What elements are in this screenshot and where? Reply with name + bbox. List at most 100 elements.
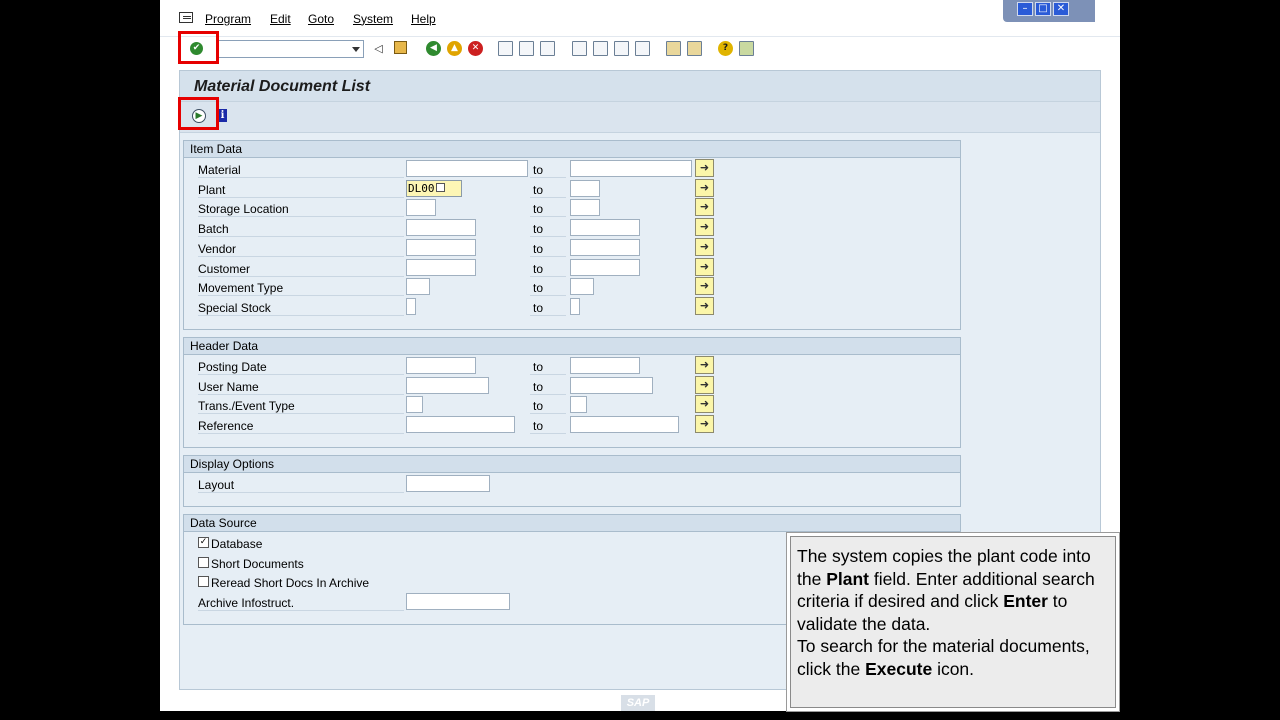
- close-icon[interactable]: ✕: [1053, 2, 1069, 16]
- to-label: to: [533, 261, 544, 276]
- find-icon[interactable]: [519, 41, 534, 56]
- info-icon[interactable]: i: [218, 109, 227, 122]
- vendor-label: Vendor: [198, 241, 237, 256]
- menu-goto[interactable]: Goto: [308, 12, 334, 26]
- to-label: to: [533, 182, 544, 197]
- movement-type-from-input[interactable]: [406, 278, 430, 296]
- screen-title-bar: Material Document List: [180, 71, 1100, 102]
- multiple-selection-icon[interactable]: ➜: [695, 178, 714, 197]
- group-display-options: Display Options Layout: [183, 455, 961, 507]
- multiple-selection-icon[interactable]: ➜: [695, 218, 714, 237]
- multiple-selection-icon[interactable]: ➜: [695, 375, 714, 394]
- to-label: to: [533, 379, 544, 394]
- copy-icon[interactable]: [436, 182, 445, 192]
- special-stock-from-input[interactable]: [406, 297, 416, 315]
- customer-label: Customer: [198, 261, 251, 276]
- to-label: to: [533, 360, 544, 374]
- multiple-selection-icon[interactable]: ➜: [695, 198, 714, 217]
- field-row: Layout: [184, 474, 960, 494]
- layout-input[interactable]: [406, 475, 490, 492]
- short-documents-checkbox[interactable]: [198, 556, 209, 568]
- customer-to-input[interactable]: [570, 258, 640, 276]
- multiple-selection-icon[interactable]: ➜: [695, 356, 714, 374]
- multiple-selection-icon[interactable]: ➜: [695, 277, 714, 296]
- back-icon[interactable]: ◁: [371, 41, 386, 56]
- to-label: to: [533, 399, 544, 414]
- create-session-icon[interactable]: [666, 41, 681, 56]
- group-item-data: Item Data Material to ➜ Plant DL00 to ➜ Storage…: [183, 140, 961, 330]
- field-row: Trans./Event Type to ➜: [184, 395, 960, 415]
- save-icon[interactable]: [394, 41, 407, 54]
- label-underline: [530, 433, 566, 435]
- vendor-to-input[interactable]: [570, 238, 640, 256]
- storage-location-label: Storage Location: [198, 202, 289, 217]
- vendor-from-input[interactable]: [406, 238, 476, 256]
- trans-event-type-to-input[interactable]: [570, 396, 587, 414]
- find-next-icon[interactable]: [540, 41, 555, 56]
- trans-event-type-label: Trans./Event Type: [198, 399, 295, 414]
- to-label: to: [533, 202, 544, 217]
- menu-help[interactable]: Help: [411, 12, 436, 26]
- label-underline: [198, 433, 404, 435]
- database-checkbox[interactable]: ✓: [198, 537, 209, 548]
- to-label: to: [533, 281, 544, 296]
- maximize-icon[interactable]: □: [1035, 2, 1051, 16]
- batch-to-input[interactable]: [570, 219, 640, 237]
- command-dropdown-icon[interactable]: [352, 47, 360, 52]
- instruction-callout: The system copies the plant code into th…: [786, 532, 1120, 712]
- user-name-to-input[interactable]: [570, 376, 653, 394]
- print-icon[interactable]: [498, 41, 513, 56]
- cancel-icon[interactable]: ✕: [468, 41, 483, 56]
- customer-from-input[interactable]: [406, 258, 476, 276]
- menu-overview-icon[interactable]: [179, 12, 193, 23]
- last-page-icon[interactable]: [635, 41, 650, 56]
- help-icon[interactable]: ?: [718, 41, 733, 56]
- multiple-selection-icon[interactable]: ➜: [695, 237, 714, 256]
- multiple-selection-icon[interactable]: ➜: [695, 415, 714, 434]
- command-field[interactable]: [217, 40, 364, 58]
- movement-type-to-input[interactable]: [570, 278, 594, 296]
- group-header-data: Header Data Posting Date to ➜ User Name to ➜ T…: [183, 337, 961, 448]
- posting-date-label: Posting Date: [198, 360, 267, 374]
- menu-edit[interactable]: Edit: [270, 12, 291, 26]
- user-name-from-input[interactable]: [406, 376, 489, 394]
- plant-from-input[interactable]: DL00: [406, 179, 462, 197]
- material-to-input[interactable]: [570, 160, 692, 177]
- posting-date-from-input[interactable]: [406, 357, 476, 374]
- label-underline: [530, 314, 566, 316]
- batch-from-input[interactable]: [406, 219, 476, 237]
- first-page-icon[interactable]: [572, 41, 587, 56]
- minimize-icon[interactable]: –: [1017, 2, 1033, 16]
- group-title: Display Options: [190, 457, 275, 471]
- menu-system[interactable]: System: [353, 12, 393, 26]
- group-title: Header Data: [190, 339, 259, 353]
- previous-page-icon[interactable]: [593, 41, 608, 56]
- multiple-selection-icon[interactable]: ➜: [695, 159, 714, 177]
- menu-program[interactable]: Program: [205, 12, 251, 26]
- posting-date-to-input[interactable]: [570, 357, 640, 374]
- field-row: Vendor to ➜: [184, 237, 960, 258]
- special-stock-to-input[interactable]: [570, 297, 580, 315]
- menu-bar: Program Edit Goto System Help – □ ✕: [160, 0, 1120, 36]
- multiple-selection-icon[interactable]: ➜: [695, 296, 714, 315]
- plant-to-input[interactable]: [570, 179, 600, 197]
- trans-event-type-from-input[interactable]: [406, 396, 423, 414]
- next-page-icon[interactable]: [614, 41, 629, 56]
- reference-to-input[interactable]: [570, 416, 679, 434]
- field-row: User Name to ➜: [184, 375, 960, 396]
- archive-infostruct-input[interactable]: [406, 593, 510, 610]
- multiple-selection-icon[interactable]: ➜: [695, 395, 714, 414]
- exit-icon[interactable]: ▲: [447, 41, 462, 56]
- callout-bold-enter: Enter: [1003, 591, 1048, 612]
- reread-short-docs-in-archive-checkbox[interactable]: [198, 576, 209, 588]
- storage-location-from-input[interactable]: [406, 199, 436, 217]
- group-header: Display Options: [184, 456, 960, 473]
- material-from-input[interactable]: [406, 160, 528, 177]
- group-header: Header Data: [184, 338, 960, 355]
- shortcut-icon[interactable]: [687, 41, 702, 56]
- storage-location-to-input[interactable]: [570, 199, 600, 217]
- multiple-selection-icon[interactable]: ➜: [695, 257, 714, 276]
- layout-menu-icon[interactable]: [739, 41, 754, 56]
- reference-from-input[interactable]: [406, 416, 515, 434]
- back-green-icon[interactable]: ◀: [426, 41, 441, 56]
